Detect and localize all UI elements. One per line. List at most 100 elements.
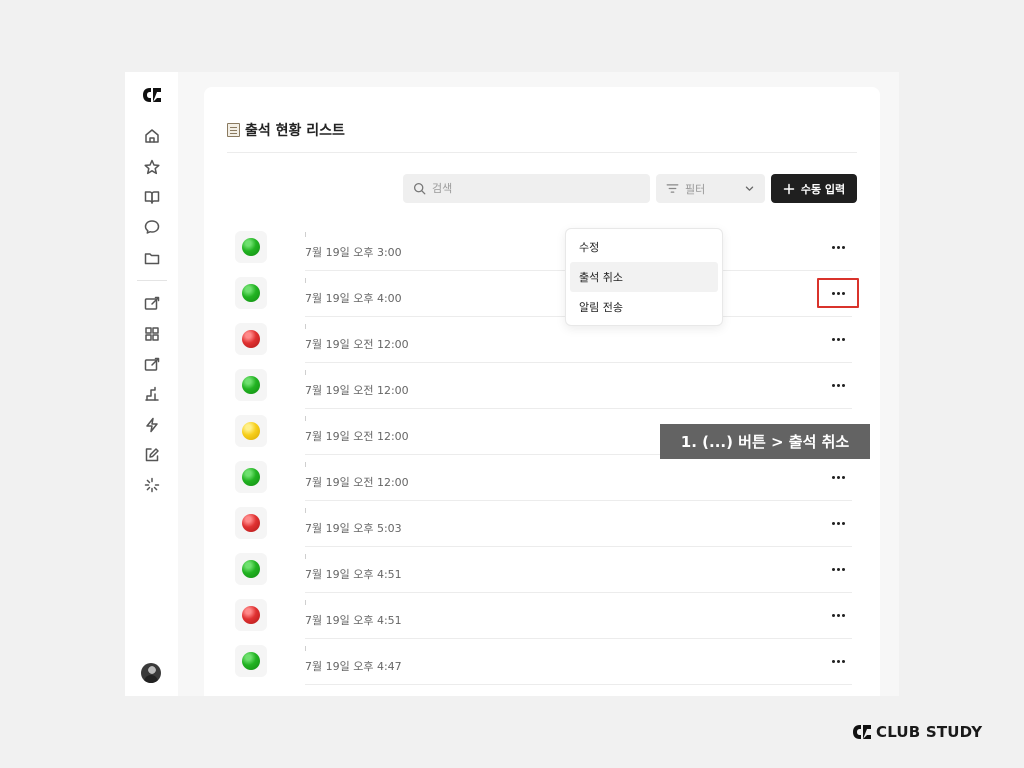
more-options-button[interactable] (817, 554, 859, 584)
name-placeholder (305, 600, 306, 605)
plus-icon (783, 183, 795, 194)
dot (841, 475, 845, 479)
dot (841, 383, 845, 387)
more-options-button[interactable] (817, 370, 859, 400)
dot (841, 291, 845, 295)
filter-label: 필터 (685, 182, 706, 196)
status-dot-icon (242, 514, 260, 532)
brand-name: CLUB STUDY (876, 723, 983, 741)
dot (831, 245, 835, 249)
chevron-down-icon (745, 186, 754, 191)
dot (831, 383, 835, 387)
loader-icon[interactable] (143, 476, 161, 494)
attendance-time: 7월 19일 오후 4:00 (305, 292, 402, 305)
name-placeholder (305, 554, 306, 559)
dot (831, 475, 835, 479)
more-options-button[interactable] (817, 278, 859, 308)
manual-entry-button[interactable]: 수동 입력 (771, 174, 857, 203)
more-options-button[interactable] (817, 508, 859, 538)
status-dot-icon (242, 238, 260, 256)
status-indicator (235, 415, 267, 447)
list-item[interactable]: 7월 19일 오후 4:51 (227, 547, 857, 593)
list-item[interactable]: 7월 19일 오후 4:51 (227, 593, 857, 639)
dot (836, 291, 840, 295)
search-box[interactable] (403, 174, 650, 203)
title-divider (227, 152, 857, 153)
book-icon[interactable] (143, 188, 161, 206)
search-input[interactable] (432, 182, 632, 195)
attendance-time: 7월 19일 오전 12:00 (305, 476, 409, 489)
more-options-button[interactable] (817, 600, 859, 630)
edit-square-icon[interactable] (143, 355, 161, 373)
name-placeholder (305, 232, 306, 237)
attendance-time: 7월 19일 오후 4:51 (305, 614, 402, 627)
edit-square-icon[interactable] (143, 294, 161, 312)
dot (836, 337, 840, 341)
search-icon (413, 182, 426, 195)
list-item[interactable]: 7월 19일 오전 12:00 (227, 317, 857, 363)
dot (836, 567, 840, 571)
grid-icon[interactable] (143, 325, 161, 343)
dot (841, 567, 845, 571)
instruction-caption: 1. (...) 버튼 > 출석 취소 (660, 424, 870, 459)
dot (836, 521, 840, 525)
menu-item-cancel-attendance[interactable]: 출석 취소 (570, 262, 718, 292)
sidebar (125, 72, 178, 696)
chat-icon[interactable] (143, 218, 161, 236)
bolt-icon[interactable] (143, 416, 161, 434)
notebook-icon (227, 123, 240, 137)
more-options-button[interactable] (817, 646, 859, 676)
status-indicator (235, 599, 267, 631)
name-placeholder (305, 324, 306, 329)
list-item[interactable]: 7월 19일 오후 5:03 (227, 501, 857, 547)
status-indicator (235, 369, 267, 401)
attendance-time: 7월 19일 오후 4:47 (305, 660, 402, 673)
club-study-logo[interactable] (142, 87, 162, 103)
more-options-button[interactable] (817, 462, 859, 492)
home-icon[interactable] (143, 127, 161, 145)
sparkle-edit-icon[interactable] (143, 446, 161, 464)
attendance-card: 출석 현황 리스트 필터 수동 입력 7월 19일 오후 3:00 7월 19일 … (204, 87, 880, 696)
row-context-menu: 수정 출석 취소 알림 전송 (565, 228, 723, 326)
dot (831, 659, 835, 663)
list-item[interactable]: 7월 19일 오후 4:47 (227, 639, 857, 685)
chart-icon[interactable] (143, 385, 161, 403)
status-dot-icon (242, 376, 260, 394)
user-avatar[interactable] (141, 663, 161, 683)
app-window: 출석 현황 리스트 필터 수동 입력 7월 19일 오후 3:00 7월 19일 … (125, 72, 899, 696)
status-dot-icon (242, 560, 260, 578)
dot (831, 291, 835, 295)
menu-item-edit[interactable]: 수정 (570, 232, 718, 262)
list-item[interactable]: 7월 19일 오전 12:00 (227, 363, 857, 409)
name-placeholder (305, 370, 306, 375)
status-dot-icon (242, 422, 260, 440)
club-study-logo-icon (853, 725, 871, 739)
list-item[interactable]: 7월 19일 오후 4:00 (227, 271, 859, 317)
folder-icon[interactable] (143, 249, 161, 267)
status-dot-icon (242, 468, 260, 486)
dot (841, 521, 845, 525)
status-indicator (235, 553, 267, 585)
menu-item-send-notification[interactable]: 알림 전송 (570, 292, 718, 322)
list-item[interactable]: 7월 19일 오후 3:00 (227, 225, 857, 271)
more-options-button[interactable] (817, 232, 859, 262)
dot (841, 245, 845, 249)
more-options-button[interactable] (817, 324, 859, 354)
status-dot-icon (242, 606, 260, 624)
dot (836, 475, 840, 479)
star-icon[interactable] (143, 158, 161, 176)
list-item[interactable]: 7월 19일 오전 12:00 (227, 455, 857, 501)
status-indicator (235, 323, 267, 355)
manual-entry-label: 수동 입력 (800, 182, 846, 196)
dot (836, 613, 840, 617)
attendance-time: 7월 19일 오후 3:00 (305, 246, 402, 259)
dot (836, 383, 840, 387)
name-placeholder (305, 416, 306, 421)
status-indicator (235, 231, 267, 263)
status-indicator (235, 645, 267, 677)
dot (831, 567, 835, 571)
attendance-time: 7월 19일 오후 4:51 (305, 568, 402, 581)
filter-dropdown[interactable]: 필터 (656, 174, 765, 203)
attendance-time: 7월 19일 오전 12:00 (305, 430, 409, 443)
attendance-time: 7월 19일 오전 12:00 (305, 384, 409, 397)
